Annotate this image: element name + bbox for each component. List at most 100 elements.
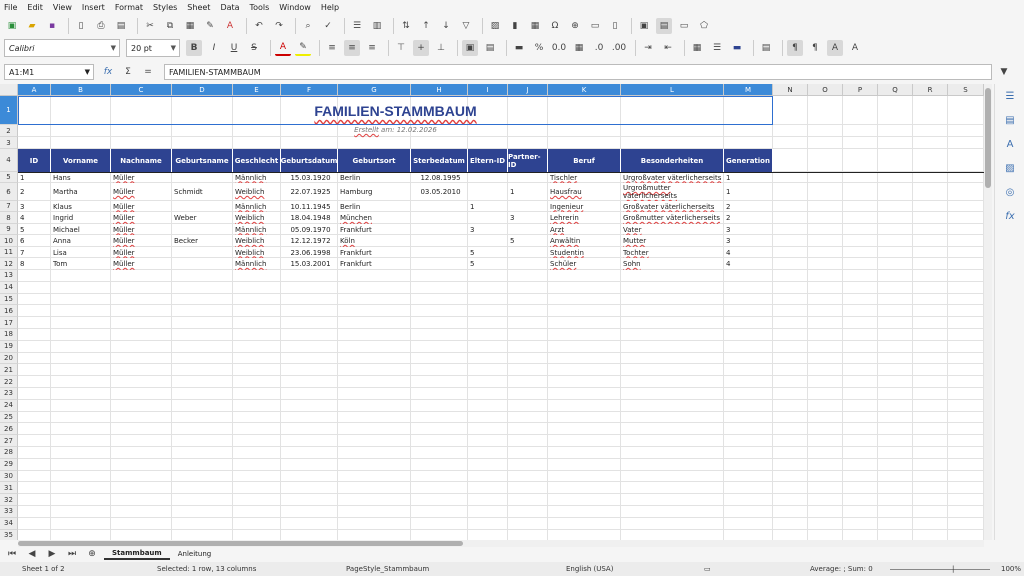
font-color-icon[interactable]: A — [275, 40, 291, 56]
row-header[interactable]: 13 — [0, 270, 18, 282]
table-cell[interactable]: 12.12.1972 — [281, 235, 338, 247]
vertical-text-icon[interactable]: A — [847, 40, 863, 56]
pivot-table-icon[interactable]: ▦ — [527, 18, 543, 34]
number-format-icon[interactable]: 0.0 — [551, 40, 567, 56]
percent-icon[interactable]: % — [531, 40, 547, 56]
table-cell[interactable]: 7 — [18, 247, 51, 258]
menu-item-file[interactable]: File — [4, 3, 17, 12]
row-header[interactable]: 26 — [0, 423, 18, 436]
hyperlink-icon[interactable]: ⊕ — [567, 18, 583, 34]
table-cell[interactable] — [172, 172, 233, 183]
table-cell[interactable]: 22.07.1925 — [281, 183, 338, 201]
table-cell[interactable] — [508, 247, 548, 258]
sort-descending-icon[interactable]: ↓ — [438, 18, 454, 34]
increase-indent-icon[interactable]: ⇥ — [640, 40, 656, 56]
table-cell[interactable]: 1 — [724, 183, 773, 201]
text-direction-rtl-icon[interactable]: ¶ — [807, 40, 823, 56]
paste-icon[interactable]: ▦ — [182, 18, 198, 34]
row-header[interactable]: 12 — [0, 258, 18, 270]
borders-icon[interactable]: ▦ — [689, 40, 705, 56]
table-cell[interactable]: Becker — [172, 235, 233, 247]
sort-icon[interactable]: ⇅ — [398, 18, 414, 34]
table-cell[interactable]: Frankfurt — [338, 247, 411, 258]
column-header-f[interactable]: F — [281, 84, 338, 96]
row-header[interactable]: 16 — [0, 305, 18, 318]
table-cell[interactable]: 5 — [18, 224, 51, 235]
text-orientation-icon[interactable]: A — [827, 40, 843, 56]
column-header-h[interactable]: H — [411, 84, 468, 96]
column-header-p[interactable]: P — [843, 84, 878, 96]
table-cell[interactable]: Tom — [51, 258, 111, 270]
table-cell[interactable]: 4 — [724, 247, 773, 258]
find-replace-icon[interactable]: ⌕ — [300, 18, 316, 34]
table-cell[interactable]: Hans — [51, 172, 111, 183]
menu-item-styles[interactable]: Styles — [153, 3, 177, 12]
row-header[interactable]: 11 — [0, 247, 18, 258]
table-cell[interactable] — [172, 247, 233, 258]
row-header[interactable]: 25 — [0, 411, 18, 424]
row-header[interactable]: 14 — [0, 281, 18, 294]
table-header-cell[interactable]: Sterbedatum — [411, 149, 468, 172]
table-cell[interactable]: 10.11.1945 — [281, 201, 338, 212]
table-cell[interactable]: 2 — [724, 212, 773, 224]
menu-item-data[interactable]: Data — [220, 3, 239, 12]
row-header[interactable]: 2 — [0, 125, 18, 137]
table-cell[interactable] — [411, 201, 468, 212]
table-cell[interactable]: Weiblich — [233, 235, 281, 247]
table-cell[interactable] — [508, 172, 548, 183]
row-header[interactable]: 22 — [0, 376, 18, 388]
tab-anleitung[interactable]: Anleitung — [170, 548, 219, 560]
table-cell[interactable] — [172, 224, 233, 235]
underline-icon[interactable]: U — [226, 40, 242, 56]
row-header[interactable]: 8 — [0, 212, 18, 224]
row-header[interactable]: 7 — [0, 201, 18, 212]
column-header-a[interactable]: A — [18, 84, 51, 96]
table-cell[interactable]: Großvater väterlicherseits — [621, 201, 724, 212]
table-cell[interactable]: Urgroßmutter väterlicherseits — [621, 183, 724, 201]
table-cell[interactable]: 18.04.1948 — [281, 212, 338, 224]
table-cell[interactable]: Hamburg — [338, 183, 411, 201]
column-header-r[interactable]: R — [913, 84, 948, 96]
table-cell[interactable]: 1 — [724, 172, 773, 183]
date-format-icon[interactable]: ▦ — [571, 40, 587, 56]
row-header[interactable]: 1 — [0, 96, 18, 125]
table-cell[interactable]: Müller — [111, 212, 172, 224]
export-pdf-icon[interactable]: ▯ — [73, 18, 89, 34]
remove-decimal-icon[interactable]: .00 — [611, 40, 627, 56]
styles-icon[interactable]: A — [995, 132, 1024, 156]
table-cell[interactable]: 5 — [468, 258, 508, 270]
table-cell[interactable]: Müller — [111, 235, 172, 247]
column-header-o[interactable]: O — [808, 84, 843, 96]
row-header[interactable]: 18 — [0, 329, 18, 341]
menu-item-format[interactable]: Format — [115, 3, 143, 12]
table-cell[interactable]: Weiblich — [233, 212, 281, 224]
table-cell[interactable] — [468, 212, 508, 224]
table-cell[interactable]: Schmidt — [172, 183, 233, 201]
table-cell[interactable]: Müller — [111, 224, 172, 235]
undo-icon[interactable]: ↶ — [251, 18, 267, 34]
table-cell[interactable]: 03.05.2010 — [411, 183, 468, 201]
zoom-slider[interactable] — [890, 569, 990, 570]
clone-formatting-icon[interactable]: ✎ — [202, 18, 218, 34]
row-header[interactable]: 21 — [0, 364, 18, 377]
menu-item-insert[interactable]: Insert — [82, 3, 105, 12]
menu-item-view[interactable]: View — [53, 3, 72, 12]
table-cell[interactable]: Ingrid — [51, 212, 111, 224]
table-cell[interactable]: 6 — [18, 235, 51, 247]
column-header-e[interactable]: E — [233, 84, 281, 96]
new-document-icon[interactable]: ▣ — [4, 18, 20, 34]
table-cell[interactable]: Lisa — [51, 247, 111, 258]
name-box[interactable]: A1:M1 ▼ — [4, 64, 94, 80]
table-cell[interactable]: Sohn — [621, 258, 724, 270]
table-cell[interactable]: 3 — [468, 224, 508, 235]
column-header-s[interactable]: S — [948, 84, 984, 96]
table-cell[interactable]: Ingenieur — [548, 201, 621, 212]
table-header-cell[interactable]: Geburtsname — [172, 149, 233, 172]
column-header-q[interactable]: Q — [878, 84, 913, 96]
table-cell[interactable] — [468, 235, 508, 247]
zoom-level[interactable]: 100% — [1001, 565, 1021, 573]
table-header-cell[interactable]: Nachname — [111, 149, 172, 172]
row-header[interactable]: 29 — [0, 458, 18, 471]
table-cell[interactable] — [411, 247, 468, 258]
table-cell[interactable]: Hausfrau — [548, 183, 621, 201]
